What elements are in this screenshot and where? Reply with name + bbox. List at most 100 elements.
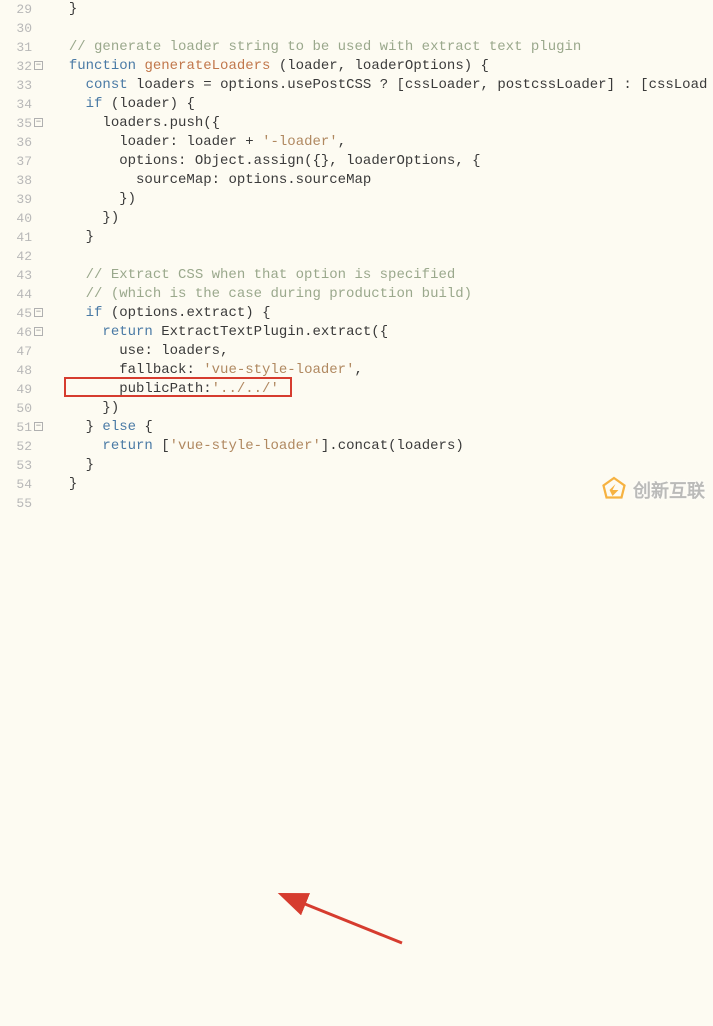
token-pr: . [287,172,295,188]
token-id: loader [119,134,169,150]
token-id: loaders [161,343,220,359]
line-number: 32− [0,57,32,76]
token-pr: }) [102,400,119,416]
code-line: } [52,228,713,247]
token-id: loader [186,134,236,150]
token-pr: } [69,1,77,17]
line-number: 35− [0,114,32,133]
token-pr: , { [455,153,480,169]
token-kw: function [69,58,136,74]
token-pr: = [195,77,220,93]
token-id: cssLoad [649,77,708,93]
token-pr: ({ [203,115,220,131]
token-kw: if [86,96,103,112]
line-number: 49 [0,380,32,399]
code-line: return ['vue-style-loader'].concat(loade… [52,437,713,456]
token-pr: ) [455,438,463,454]
fold-toggle-icon[interactable]: − [34,327,43,336]
token-pr: : [186,362,203,378]
token-id: options [119,305,178,321]
token-pr: ( [270,58,287,74]
token-id: loader [119,96,169,112]
line-number: 36 [0,133,32,152]
token-id: ExtractTextPlugin [161,324,304,340]
code-line: return ExtractTextPlugin.extract({ [52,323,713,342]
token-pr: ) { [170,96,195,112]
code-line: loaders.push({ [52,114,713,133]
code-line: } else { [52,418,713,437]
code-line: }) [52,399,713,418]
code-line: // Extract CSS when that option is speci… [52,266,713,285]
annotation-arrow [0,513,713,1026]
token-id: extract [312,324,371,340]
token-id: loaders [397,438,456,454]
line-number: 29 [0,0,32,19]
code-line: if (loader) { [52,95,713,114]
line-number-gutter: 29303132−333435−36373839404142434445−46−… [0,0,38,513]
code-line: } [52,456,713,475]
token-pr: } [69,476,77,492]
line-number: 52 [0,437,32,456]
token-pr: : [170,134,187,150]
line-number: 51− [0,418,32,437]
fold-toggle-icon[interactable]: − [34,422,43,431]
token-pr: } [86,457,94,473]
token-pr: ) { [245,305,270,321]
token-pr: : [203,381,211,397]
code-line [52,19,713,38]
token-id: postcssLoader [497,77,606,93]
token-kw: if [86,305,103,321]
token-kw: return [102,324,152,340]
token-pr: : [178,153,195,169]
token-pr: ( [388,438,396,454]
token-pr: [ [153,438,170,454]
token-id: extract [186,305,245,321]
token-pr: , [481,77,498,93]
code-line: const loaders = options.usePostCSS ? [cs… [52,76,713,95]
token-pr: , [354,362,362,378]
token-pr: }) [102,210,119,226]
code-line: }) [52,209,713,228]
line-number: 37 [0,152,32,171]
line-number: 44 [0,285,32,304]
token-id: publicPath [119,381,203,397]
token-id: options [220,77,279,93]
token-id: fallback [119,362,186,378]
line-number: 46− [0,323,32,342]
token-pr: ]. [321,438,338,454]
token-pr: , [338,58,355,74]
code-line: if (options.extract) { [52,304,713,323]
token-kw: else [102,419,136,435]
token-id: Object [195,153,245,169]
line-number: 45− [0,304,32,323]
token-pr: : [144,343,161,359]
code-editor: 29303132−333435−36373839404142434445−46−… [0,0,713,513]
watermark-logo-icon [599,475,629,505]
token-id: concat [338,438,388,454]
code-line: // (which is the case during production … [52,285,713,304]
token-id: usePostCSS [287,77,371,93]
fold-toggle-icon[interactable]: − [34,61,43,70]
token-id: use [119,343,144,359]
line-number: 50 [0,399,32,418]
line-number: 54 [0,475,32,494]
token-pr: } [86,419,103,435]
line-number: 55 [0,494,32,513]
token-str: 'vue-style-loader' [170,438,321,454]
token-pr: ) { [464,58,489,74]
line-number: 40 [0,209,32,228]
fold-toggle-icon[interactable]: − [34,118,43,127]
token-pr [128,77,136,93]
line-number: 31 [0,38,32,57]
fold-toggle-icon[interactable]: − [34,308,43,317]
token-pr: , [220,343,228,359]
code-line: loader: loader + '-loader', [52,133,713,152]
token-id: loaderOptions [346,153,455,169]
token-pr: ( [102,305,119,321]
line-number: 41 [0,228,32,247]
token-pr: ( [102,96,119,112]
token-id: loaders [102,115,161,131]
token-kw: const [86,77,128,93]
token-pr: . [245,153,253,169]
token-id: options [228,172,287,188]
